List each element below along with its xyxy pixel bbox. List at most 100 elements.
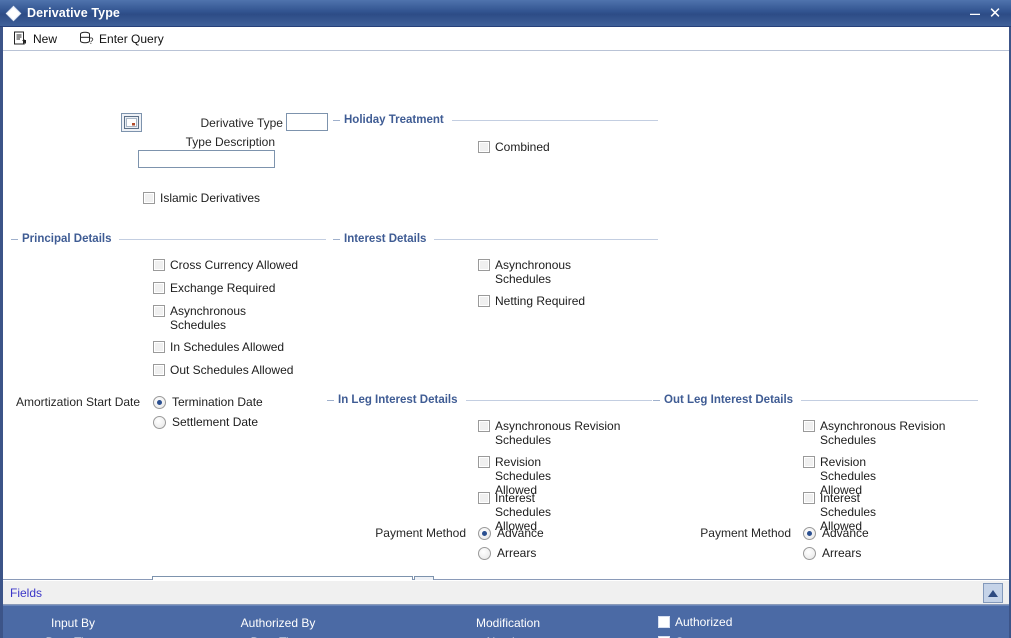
holiday-treatment-title: Holiday Treatment bbox=[344, 114, 444, 126]
out-leg-payment-advance-radio[interactable]: Advance bbox=[803, 526, 869, 540]
interest-details-title: Interest Details bbox=[344, 233, 427, 245]
close-icon[interactable]: ✕ bbox=[985, 3, 1005, 23]
out-leg-title: Out Leg Interest Details bbox=[664, 394, 794, 406]
checkbox-label: Out Schedules Allowed bbox=[170, 363, 294, 377]
checkbox-box bbox=[143, 192, 155, 204]
new-button[interactable]: New bbox=[11, 30, 59, 47]
checkbox-label: Asynchronous Schedules bbox=[170, 304, 247, 332]
fields-bar: Fields bbox=[3, 580, 1009, 605]
modification-label: Modification bbox=[475, 616, 541, 630]
islamic-derivatives-checkbox[interactable]: Islamic Derivatives bbox=[143, 191, 260, 205]
minimize-button[interactable]: – bbox=[965, 3, 985, 23]
radio-label: Advance bbox=[497, 526, 544, 540]
input-by-datetime-label: Date Time bbox=[13, 633, 133, 638]
checkbox-box bbox=[153, 282, 165, 294]
input-by-block: Input By Date Time bbox=[13, 614, 133, 638]
radio-label: Advance bbox=[822, 526, 869, 540]
amortization-settlement-date-radio[interactable]: Settlement Date bbox=[153, 415, 258, 429]
checkbox-box bbox=[153, 364, 165, 376]
section-dash bbox=[333, 119, 340, 121]
checkbox-label: Asynchronous Revision Schedules bbox=[820, 419, 946, 447]
radio-label: Termination Date bbox=[172, 395, 263, 409]
section-rule bbox=[801, 399, 978, 401]
in-leg-title: In Leg Interest Details bbox=[338, 394, 458, 406]
checkbox-box bbox=[658, 616, 670, 628]
form-canvas: Derivative Type * Type Description Islam… bbox=[3, 51, 1009, 595]
authorized-checkbox-label: Authorized bbox=[675, 615, 733, 629]
radio-label: Arrears bbox=[497, 546, 537, 560]
netting-required-checkbox[interactable]: Netting Required bbox=[478, 294, 585, 308]
principal-details-title: Principal Details bbox=[22, 233, 112, 245]
app-diamond-icon bbox=[5, 5, 22, 21]
checkbox-label: Exchange Required bbox=[170, 281, 276, 295]
svg-text:?: ? bbox=[89, 36, 94, 46]
checkbox-box bbox=[478, 259, 490, 271]
authorized-by-label: Authorized By bbox=[240, 616, 316, 630]
checkbox-box bbox=[153, 341, 165, 353]
checkbox-box bbox=[478, 295, 490, 307]
radio-box bbox=[153, 415, 166, 429]
authorized-by-block: Authorized By Date Time bbox=[218, 614, 338, 638]
combined-checkbox[interactable]: Combined bbox=[478, 140, 550, 154]
checkbox-box bbox=[153, 259, 165, 271]
islamic-derivatives-label: Islamic Derivatives bbox=[160, 191, 261, 205]
number-label: Number bbox=[448, 633, 568, 638]
cross-currency-allowed-checkbox[interactable]: Cross Currency Allowed bbox=[153, 258, 298, 272]
checkbox-label: In Schedules Allowed bbox=[170, 340, 285, 354]
amortization-termination-date-radio[interactable]: Termination Date bbox=[153, 395, 263, 409]
in-leg-section-header: In Leg Interest Details bbox=[327, 394, 652, 406]
exchange-required-checkbox[interactable]: Exchange Required bbox=[153, 281, 275, 295]
authorized-checkbox[interactable]: Authorized bbox=[658, 615, 732, 629]
database-query-icon: ? bbox=[79, 31, 94, 46]
section-dash bbox=[327, 399, 334, 401]
in-leg-asynchronous-revision-schedules-checkbox[interactable]: Asynchronous Revision Schedules bbox=[478, 419, 628, 447]
out-schedules-allowed-checkbox[interactable]: Out Schedules Allowed bbox=[153, 363, 293, 377]
checkbox-label: Netting Required bbox=[495, 294, 586, 308]
type-description-label: Type Description bbox=[185, 135, 275, 149]
scroll-up-button[interactable] bbox=[983, 583, 1003, 603]
section-rule bbox=[119, 238, 326, 240]
interest-details-section-header: Interest Details bbox=[333, 233, 658, 245]
section-rule bbox=[465, 399, 652, 401]
in-leg-payment-method-label: Payment Method bbox=[375, 526, 466, 540]
chevron-up-icon bbox=[988, 589, 998, 597]
combined-label: Combined bbox=[495, 140, 550, 154]
checkbox-label: Asynchronous Schedules bbox=[495, 258, 572, 286]
radio-label: Settlement Date bbox=[172, 415, 259, 429]
checkbox-label: Cross Currency Allowed bbox=[170, 258, 299, 272]
checkbox-box bbox=[803, 456, 815, 468]
input-by-label: Input By bbox=[50, 616, 96, 630]
principal-details-section-header: Principal Details bbox=[11, 233, 326, 245]
title-bar: Derivative Type – ✕ bbox=[0, 0, 1011, 27]
in-leg-payment-advance-radio[interactable]: Advance bbox=[478, 526, 544, 540]
section-dash bbox=[333, 238, 340, 240]
radio-box bbox=[803, 526, 816, 540]
new-button-label: New bbox=[33, 31, 58, 46]
fields-link[interactable]: Fields bbox=[10, 586, 42, 600]
in-leg-payment-arrears-radio[interactable]: Arrears bbox=[478, 546, 536, 560]
checkbox-box bbox=[478, 420, 490, 432]
toolbar: New ? Enter Query bbox=[3, 27, 1009, 51]
out-leg-asynchronous-revision-schedules-checkbox[interactable]: Asynchronous Revision Schedules bbox=[803, 419, 953, 447]
window-title: Derivative Type bbox=[27, 6, 120, 20]
section-dash bbox=[11, 238, 18, 240]
checkbox-box bbox=[153, 305, 165, 317]
radio-box bbox=[478, 546, 491, 560]
checkbox-box bbox=[478, 456, 490, 468]
enter-query-button[interactable]: ? Enter Query bbox=[77, 30, 166, 47]
authorized-by-datetime-label: Date Time bbox=[218, 633, 338, 638]
in-schedules-allowed-checkbox[interactable]: In Schedules Allowed bbox=[153, 340, 284, 354]
principal-asynchronous-schedules-checkbox[interactable]: Asynchronous Schedules bbox=[153, 304, 265, 332]
derivative-type-input[interactable] bbox=[286, 113, 328, 131]
interest-asynchronous-schedules-checkbox[interactable]: Asynchronous Schedules bbox=[478, 258, 590, 286]
out-leg-section-header: Out Leg Interest Details bbox=[653, 394, 978, 406]
checkbox-box bbox=[478, 141, 490, 153]
checkbox-box bbox=[478, 492, 490, 504]
out-leg-payment-arrears-radio[interactable]: Arrears bbox=[803, 546, 861, 560]
modification-number-block: Modification Number bbox=[448, 614, 568, 638]
holiday-treatment-section-header: Holiday Treatment bbox=[333, 114, 658, 126]
checkbox-box bbox=[803, 420, 815, 432]
section-dash bbox=[653, 399, 660, 401]
enter-query-button-label: Enter Query bbox=[99, 31, 164, 46]
type-description-input[interactable] bbox=[138, 150, 275, 168]
